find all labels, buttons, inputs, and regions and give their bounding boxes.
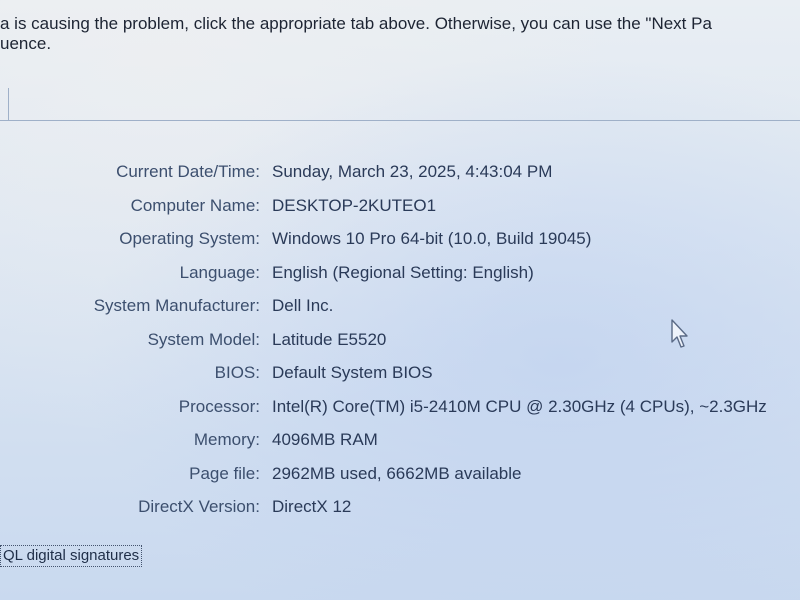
info-value: Latitude E5520 — [272, 329, 387, 349]
info-row-processor: Processor: Intel(R) Core(TM) i5-2410M CP… — [0, 395, 800, 429]
info-label: BIOS: — [214, 363, 260, 382]
groupbox-edge — [0, 88, 9, 120]
info-row-bios: BIOS: Default System BIOS — [0, 361, 800, 395]
info-value: Dell Inc. — [272, 296, 334, 315]
info-row-operating-system: Operating System: Windows 10 Pro 64-bit … — [0, 227, 800, 261]
whql-digital-signatures-checkbox[interactable]: QL digital signatures — [0, 545, 143, 567]
info-label: Memory: — [193, 430, 260, 449]
info-label: Computer Name: — [130, 195, 260, 215]
info-row-directx-version: DirectX Version: DirectX 12 — [0, 495, 800, 529]
info-value: Sunday, March 23, 2025, 4:43:04 PM — [272, 162, 553, 181]
info-value: Windows 10 Pro 64-bit (10.0, Build 19045… — [272, 229, 592, 248]
info-label: System Manufacturer: — [93, 296, 260, 315]
info-label: Page file: — [189, 463, 260, 483]
info-label: DirectX Version: — [138, 497, 260, 516]
info-value: DirectX 12 — [272, 497, 352, 516]
info-value: 4096MB RAM — [272, 430, 378, 449]
info-row-page-file: Page file: 2962MB used, 6662MB available — [0, 462, 800, 496]
info-row-computer-name: Computer Name: DESKTOP-2KUTEO1 — [0, 194, 800, 228]
info-row-memory: Memory: 4096MB RAM — [0, 428, 800, 462]
info-row-date-time: Current Date/Time: Sunday, March 23, 202… — [0, 160, 800, 194]
mouse-pointer-icon — [671, 319, 688, 348]
info-label: Operating System: — [119, 229, 260, 248]
help-text-line-2: uence. — [0, 34, 52, 53]
info-row-language: Language: English (Regional Setting: Eng… — [0, 261, 800, 295]
info-label: System Model: — [147, 329, 260, 349]
info-value: Default System BIOS — [272, 363, 433, 382]
info-label: Current Date/Time: — [116, 162, 260, 181]
info-label: Processor: — [178, 396, 260, 416]
checkbox-label: QL digital signatures — [3, 547, 140, 564]
info-label: Language: — [179, 262, 260, 282]
dxdiag-window: a is causing the problem, click the appr… — [0, 0, 800, 600]
help-text-line-1: a is causing the problem, click the appr… — [0, 14, 712, 33]
help-text: a is causing the problem, click the appr… — [0, 14, 800, 54]
info-value: Intel(R) Core(TM) i5-2410M CPU @ 2.30GHz… — [272, 396, 767, 416]
info-value: 2962MB used, 6662MB available — [272, 463, 522, 483]
info-value: English (Regional Setting: English) — [272, 262, 534, 282]
info-value: DESKTOP-2KUTEO1 — [272, 195, 437, 215]
